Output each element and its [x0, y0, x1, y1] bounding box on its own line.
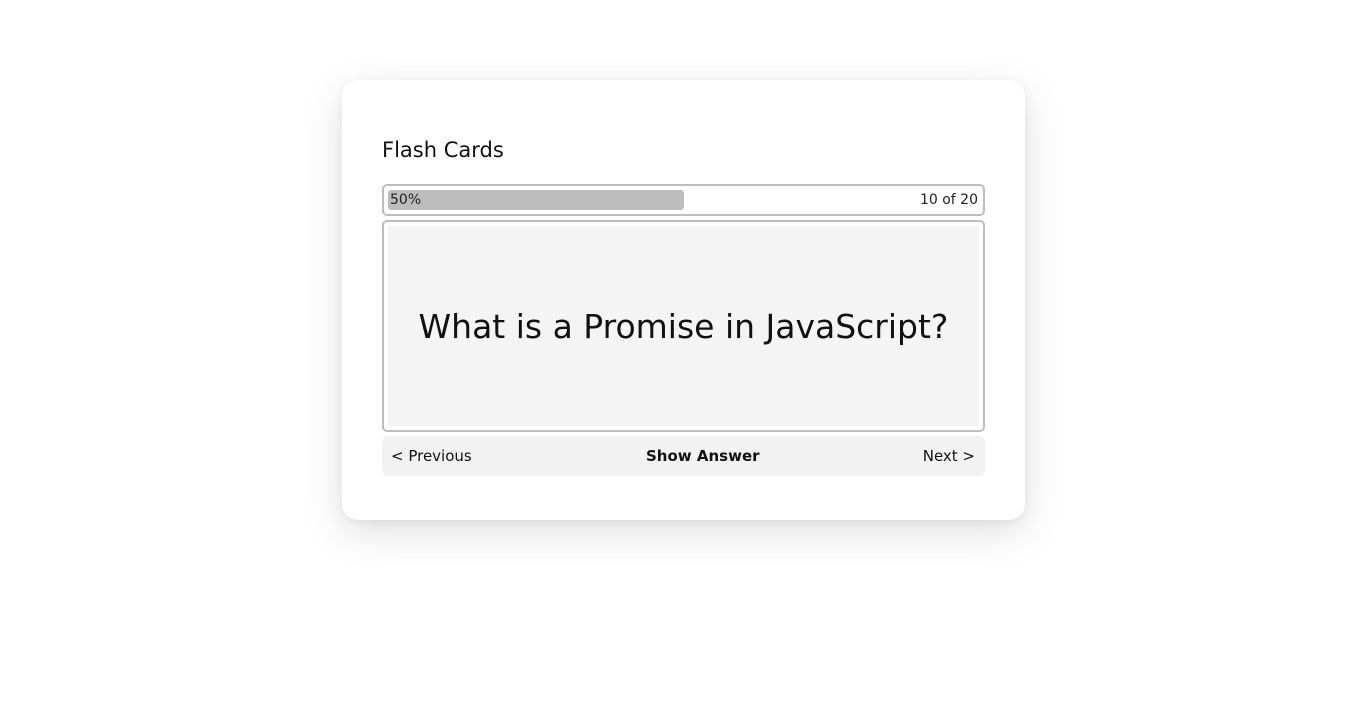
page-title: Flash Cards — [382, 138, 504, 162]
show-answer-button[interactable]: Show Answer — [646, 436, 760, 476]
flashcard-question: What is a Promise in JavaScript? — [418, 306, 949, 346]
progress-fill — [388, 190, 684, 210]
progress-bar: 50% 10 of 20 — [382, 184, 985, 216]
flashcard-face[interactable]: What is a Promise in JavaScript? — [388, 226, 979, 426]
progress-percent: 50% — [390, 192, 422, 208]
flashcard[interactable]: What is a Promise in JavaScript? — [382, 220, 985, 432]
next-button[interactable]: Next > — [923, 436, 975, 476]
progress-count: 10 of 20 — [919, 192, 978, 208]
card-navigation: < Previous Show Answer Next > — [382, 436, 985, 476]
previous-button[interactable]: < Previous — [391, 436, 472, 476]
flashcards-panel: Flash Cards 50% 10 of 20 What is a Promi… — [342, 80, 1025, 520]
